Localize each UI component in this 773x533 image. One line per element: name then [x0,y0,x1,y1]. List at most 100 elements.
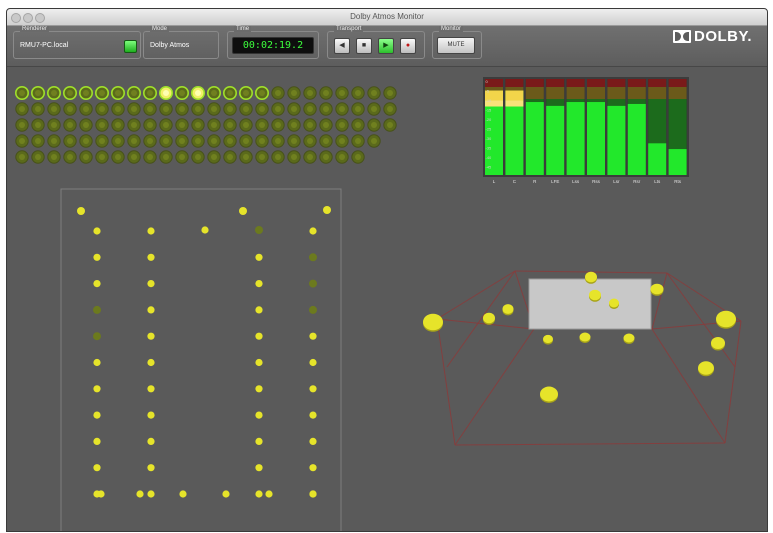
meter-level-bar [566,102,585,175]
object-dot-core [131,106,137,112]
speaker-dot [255,490,263,498]
transport-label: Transport [334,26,364,32]
speaker-dot [309,358,317,367]
object-dot-core [179,154,185,160]
object-dot-core [355,154,361,160]
room-edge [724,320,742,444]
meter-red-zone [648,79,667,87]
object-dot-core [275,90,281,96]
object-dot-core [275,122,281,128]
object-dot-core [51,90,57,96]
meter-tick-label: -10 [486,98,493,103]
object-dot-core [35,90,41,96]
meter-yellow-zone [546,87,565,99]
speaker-dot [309,490,317,498]
object-dot-core [211,90,217,96]
renderer-status-button[interactable] [124,40,137,53]
object-dot-core [307,138,313,144]
dolby-logo-text: DOLBY. [694,28,753,45]
object-dot-core [243,90,249,96]
object-dot-core [35,154,41,160]
object-dot-core [339,154,345,160]
renderer-value[interactable]: RMU7-PC.local [20,42,68,49]
stop-icon: ■ [361,42,367,49]
mute-button[interactable]: MUTE [437,37,475,54]
object-dot-core [163,122,169,128]
meter-red-zone [546,79,565,87]
object-dot-core [179,90,185,96]
speaker-dot [147,437,155,445]
object-dot-core [19,106,25,112]
meter-level-bar [587,102,605,175]
speaker-dot [239,207,247,215]
object-dot-core [115,106,121,112]
record-button[interactable]: ● [400,38,416,54]
object-sphere [609,298,619,308]
meter-red-zone [566,79,585,87]
object-dot-core [227,154,233,160]
object-dot-core [259,106,265,112]
object-dot-core [99,138,105,144]
meter-tick-label: -40 [486,155,493,160]
meter-tick-label: -45 [486,165,493,170]
rewind-button[interactable]: ◀ [334,38,350,54]
object-dot-core [307,106,313,112]
object-sphere [623,333,635,343]
object-dot-core [147,154,153,160]
speaker-dot [309,253,317,262]
object-dot-core [115,90,121,96]
meter-tick-label: -20 [486,117,493,122]
speaker-dot [201,226,209,234]
object-dot-core [275,154,281,160]
object-dot-core [115,122,121,128]
object-dot-core [227,138,233,144]
stop-button[interactable]: ■ [356,38,372,54]
object-dot-core [83,122,89,128]
meter-level-bar [648,143,667,175]
speaker-dot [309,305,317,314]
object-dot-core [291,154,297,160]
object-dot-core [211,122,217,128]
meter-channel-label: Rss [592,179,600,184]
speaker-dot [255,437,263,445]
object-dot-core [227,90,233,96]
object-sphere [543,334,553,344]
object-dot-core [131,90,137,96]
object-dot-core [163,138,169,144]
object-dot-core [243,106,249,112]
object-dot-core [307,90,313,96]
object-dot-core [195,138,201,144]
object-dot-core [147,106,153,112]
object-dot-core [291,90,297,96]
object-sphere [483,312,495,324]
speaker-dot [147,253,155,261]
object-dot-core [291,106,297,112]
speaker-dot [309,332,317,340]
speaker-dot [93,411,101,419]
object-dot-core [259,154,265,160]
object-dot-core [339,106,345,112]
object-sphere [650,283,664,295]
object-dot-core [387,122,393,128]
object-dot-core [323,122,329,128]
meter-tick-label: -35 [486,146,493,151]
object-dot-core [195,106,201,112]
speaker-dot [255,385,263,393]
renderer-group: Renderer RMU7-PC.local [13,26,141,59]
meter-channel-label: R [533,179,537,184]
object-dot-core [67,138,73,144]
timecode-display: 00:02:19.2 [232,37,314,54]
meter-yellow-zone [648,87,667,99]
mode-value[interactable]: Dolby Atmos [150,42,189,49]
object-dot-core [179,138,185,144]
meter-red-zone [587,79,605,87]
meter-yellow-zone [627,87,646,99]
meter-level-bar [668,149,687,175]
object-dot-core [211,138,217,144]
time-label: Time [234,26,252,32]
object-dot-core [35,122,41,128]
play-icon: ▶ [383,42,389,49]
speaker-dot [93,358,101,367]
play-button[interactable]: ▶ [378,38,394,54]
speaker-dot [255,306,263,314]
